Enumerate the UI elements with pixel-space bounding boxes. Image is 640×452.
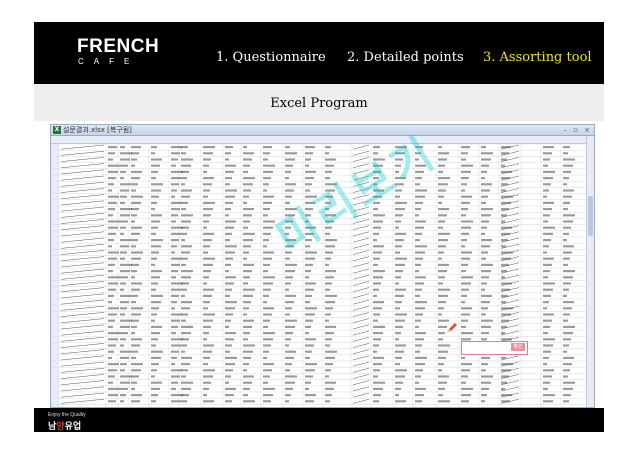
excel-icon: X [53, 126, 61, 134]
column-header-row [51, 136, 594, 144]
section-title: Excel Program [270, 96, 368, 111]
footer-logo-part3: 유업 [64, 422, 82, 432]
nav-questionnaire[interactable]: 1. Questionnaire [216, 50, 326, 65]
brand-subtitle: CAFE [78, 57, 140, 66]
section-band: Excel Program [34, 84, 604, 121]
nav-assorting-tool[interactable]: 3. Assorting tool [483, 50, 592, 65]
scroll-thumb[interactable] [588, 196, 593, 236]
footer-logo: 남양유업 [48, 419, 81, 432]
header-bar: FRENCH CAFE 1. Questionnaire 2. Detailed… [34, 22, 604, 84]
excel-title: 설문결과.xlsx [복구됨] [63, 126, 132, 134]
pencil-icon [447, 323, 457, 333]
brand-logo: FRENCH [77, 36, 160, 57]
window-buttons[interactable]: – ▫ × [563, 126, 592, 134]
footer-tagline: Enjoy the Quality [48, 412, 86, 418]
vertical-scrollbar[interactable] [586, 136, 594, 407]
nav-detailed-points[interactable]: 2. Detailed points [347, 50, 464, 65]
footer-logo-part2: 양 [56, 422, 65, 432]
input-popup[interactable]: 확인 [461, 341, 528, 355]
excel-window: X 설문결과.xlsx [복구됨] – ▫ × [50, 124, 595, 408]
slide: FRENCH CAFE 1. Questionnaire 2. Detailed… [0, 0, 640, 452]
popup-confirm-button[interactable]: 확인 [511, 343, 525, 351]
excel-title-bar: X 설문결과.xlsx [복구됨] – ▫ × [51, 125, 594, 136]
footer-bar: Enjoy the Quality 남양유업 [34, 408, 604, 432]
